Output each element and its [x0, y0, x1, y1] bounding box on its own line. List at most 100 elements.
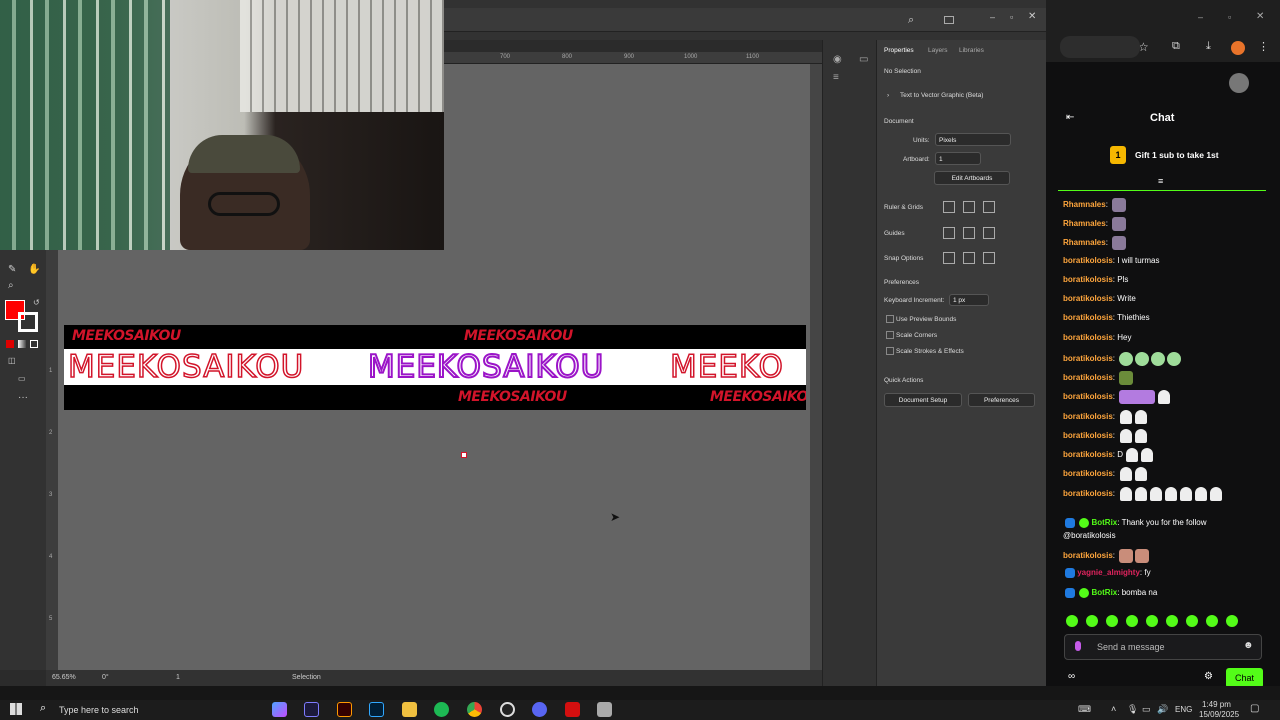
emote-icon[interactable]	[1206, 615, 1218, 627]
chat-username[interactable]: boratikolosis	[1063, 275, 1113, 284]
document-setup-button[interactable]: Document Setup	[884, 393, 962, 407]
tab-properties[interactable]: Properties	[884, 47, 914, 54]
screen-mode-icon[interactable]: ▭	[18, 374, 26, 383]
snap-grid-icon[interactable]	[963, 252, 975, 264]
download-icon[interactable]: ⤓	[1206, 40, 1211, 53]
chat-username[interactable]: boratikolosis	[1063, 256, 1113, 265]
artboard-canvas-upper[interactable]	[444, 64, 810, 250]
microphone-icon[interactable]: 🎙	[1127, 704, 1138, 715]
window-minimize-icon[interactable]: –	[990, 12, 995, 22]
copilot-icon[interactable]	[272, 702, 287, 717]
streamer-avatar[interactable]	[1229, 73, 1249, 93]
emote-icon[interactable]	[1106, 615, 1118, 627]
emote-icon[interactable]	[1086, 615, 1098, 627]
emote-icon[interactable]	[1166, 615, 1178, 627]
emote-icon[interactable]	[1146, 615, 1158, 627]
clock-date[interactable]: 15/09/2025	[1199, 710, 1239, 719]
hand-tool-icon[interactable]: ✋	[28, 264, 40, 275]
artboards-icon[interactable]: ▭	[859, 54, 868, 65]
pinned-toggle-icon[interactable]: ≡	[1158, 176, 1163, 186]
chat-username[interactable]: boratikolosis	[1063, 373, 1113, 382]
search-icon[interactable]: ⌕	[908, 14, 914, 27]
chat-send-button[interactable]: Chat	[1226, 668, 1263, 688]
chat-username[interactable]: Rhamnales	[1063, 200, 1106, 209]
spotify-icon[interactable]	[434, 702, 449, 717]
zoom-tool-icon[interactable]: ⌕	[8, 280, 14, 291]
keyboard-increment-input[interactable]: 1 px	[949, 294, 989, 306]
artboard-dropdown[interactable]: 1	[935, 152, 981, 165]
gear-icon[interactable]: ⚙	[1204, 671, 1213, 682]
window-maximize-icon[interactable]: ▫	[1010, 12, 1013, 22]
chat-username[interactable]: boratikolosis	[1063, 294, 1113, 303]
chevron-up-icon[interactable]: ˄	[1111, 704, 1116, 714]
chat-username[interactable]: boratikolosis	[1063, 354, 1113, 363]
tab-libraries[interactable]: Libraries	[959, 47, 984, 54]
chat-username[interactable]: boratikolosis	[1063, 392, 1113, 401]
gift-sub-button[interactable]: Gift 1 sub to take 1st	[1135, 150, 1219, 160]
preferences-button[interactable]: Preferences	[968, 393, 1035, 407]
layers-icon[interactable]: ≡	[833, 72, 839, 83]
avatar[interactable]	[1231, 41, 1245, 55]
volume-icon[interactable]: 🔊	[1157, 704, 1168, 715]
emote-icon[interactable]	[1066, 615, 1078, 627]
tab-layers[interactable]: Layers	[928, 47, 948, 54]
chat-username[interactable]: boratikolosis	[1063, 431, 1113, 440]
rotate-view[interactable]: 0°	[102, 674, 109, 681]
collapse-chat-icon[interactable]: ⇤	[1066, 112, 1074, 123]
pixel-grid-icon[interactable]	[983, 201, 995, 213]
language-indicator[interactable]: ENG	[1175, 705, 1192, 714]
window-close-icon[interactable]: ✕	[1256, 11, 1264, 22]
snap-point-icon[interactable]	[943, 252, 955, 264]
notifications-icon[interactable]: ▢	[1250, 703, 1259, 714]
illustrator-icon[interactable]	[337, 702, 352, 717]
kick-points-icon[interactable]: ∞	[1068, 671, 1075, 682]
audition-icon[interactable]	[304, 702, 319, 717]
file-explorer-icon[interactable]	[402, 702, 417, 717]
clock-time[interactable]: 1:49 pm	[1202, 700, 1231, 709]
window-maximize-icon[interactable]: ▫	[1228, 12, 1231, 22]
edit-artboards-button[interactable]: Edit Artboards	[934, 171, 1010, 185]
network-icon[interactable]: ▭	[1142, 704, 1151, 715]
pen-tool-icon[interactable]: ✎	[8, 264, 16, 275]
chat-username[interactable]: boratikolosis	[1063, 489, 1113, 498]
chat-username[interactable]: BotRix	[1091, 518, 1117, 527]
grid-icon[interactable]	[963, 201, 975, 213]
discord-icon[interactable]	[532, 702, 547, 717]
chat-username[interactable]: boratikolosis	[1063, 450, 1113, 459]
chat-username[interactable]: BotRix	[1091, 588, 1117, 597]
chat-username[interactable]: yagnie_almighty	[1077, 568, 1140, 577]
window-minimize-icon[interactable]: –	[1198, 12, 1203, 22]
zoom-level[interactable]: 65.65%	[52, 674, 76, 681]
stroke-color-swatch[interactable]	[18, 312, 38, 332]
address-bar[interactable]	[1060, 36, 1140, 58]
chat-username[interactable]: boratikolosis	[1063, 412, 1113, 421]
window-close-icon[interactable]: ✕	[1028, 11, 1036, 22]
microphone-icon[interactable]	[1075, 641, 1081, 651]
chat-username[interactable]: Rhamnales	[1063, 219, 1106, 228]
gradient-mode-icon[interactable]	[18, 340, 26, 348]
lock-guides-icon[interactable]	[963, 227, 975, 239]
extensions-icon[interactable]: ⧉	[1172, 40, 1180, 53]
smart-guides-icon[interactable]	[983, 227, 995, 239]
arrange-icon[interactable]	[944, 16, 954, 24]
guides-icon[interactable]	[943, 227, 955, 239]
emoji-icon[interactable]: ☻	[1243, 640, 1254, 651]
emote-icon[interactable]	[1226, 615, 1238, 627]
color-mode-icon[interactable]	[6, 340, 14, 348]
units-dropdown[interactable]: Pixels	[935, 133, 1011, 146]
photoshop-icon[interactable]	[369, 702, 384, 717]
chat-input[interactable]: Send a message	[1097, 642, 1165, 652]
chat-input-box[interactable]: Send a message ☻	[1064, 634, 1262, 660]
chat-username[interactable]: Rhamnales	[1063, 238, 1106, 247]
chat-username[interactable]: boratikolosis	[1063, 313, 1113, 322]
anchor-point[interactable]	[461, 452, 467, 458]
scale-corners-checkbox[interactable]	[886, 331, 894, 339]
emote-icon[interactable]	[1126, 615, 1138, 627]
text-to-vector-item[interactable]: Text to Vector Graphic (Beta)	[900, 92, 983, 99]
keyboard-icon[interactable]: ⌨	[1078, 704, 1091, 715]
app-icon[interactable]	[597, 702, 612, 717]
obs-icon[interactable]	[500, 702, 515, 717]
preview-bounds-checkbox[interactable]	[886, 315, 894, 323]
chat-username[interactable]: boratikolosis	[1063, 551, 1113, 560]
chat-username[interactable]: boratikolosis	[1063, 469, 1113, 478]
